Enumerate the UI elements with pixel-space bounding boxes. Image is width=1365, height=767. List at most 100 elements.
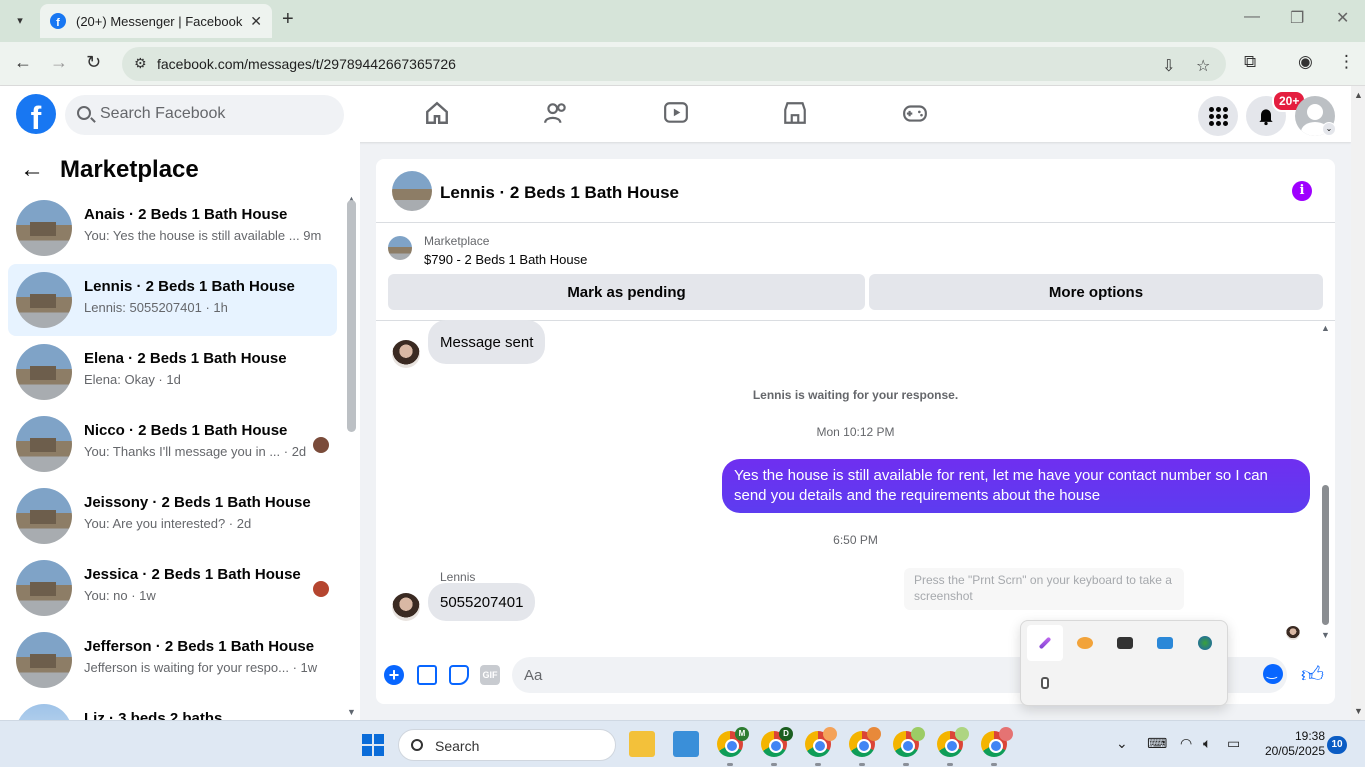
seen-avatar [313,437,329,453]
chrome-profile-icon[interactable] [849,727,881,757]
close-tab-icon[interactable]: ✕ [250,13,262,30]
clock-time: 19:38 [1294,729,1325,743]
windows-start-icon[interactable] [362,734,384,756]
notification-count-badge[interactable]: 10 [1327,736,1347,754]
tab-search-icon[interactable]: ▾ [8,8,32,32]
sticker-icon[interactable] [449,665,469,685]
pen-tray-icon[interactable] [1027,625,1063,661]
search-icon [77,106,91,120]
mark-as-pending-button[interactable]: Mark as pending [388,274,865,310]
running-indicator [771,763,777,766]
keyboard-icon[interactable]: ⌨ [1147,735,1167,752]
page-scrollbar[interactable]: ▲ ▼ [1351,86,1365,720]
listing-thumbnail [16,272,72,328]
gaming-icon[interactable] [902,100,928,126]
conversation-item[interactable]: Jefferson · 2 Beds 1 Bath House Jefferso… [8,624,337,696]
chrome-profile-icon[interactable] [805,727,837,757]
forward-icon[interactable]: → [50,52,68,73]
app-icon[interactable] [673,731,699,757]
chat-scrollbar[interactable] [1322,485,1329,625]
profile-icon[interactable]: ◉ [1298,52,1313,72]
info-icon[interactable]: i [1292,181,1312,201]
facebook-search[interactable] [65,95,344,135]
chrome-profile-icon[interactable] [981,727,1013,757]
scroll-down-arrow-icon[interactable]: ▼ [347,707,356,717]
scroll-down-arrow-icon[interactable]: ▼ [1354,706,1363,716]
taskbar-search-label: Search [435,738,480,754]
usb-tray-icon[interactable] [1027,665,1063,701]
sender-name: Lennis [440,570,476,584]
chrome-profile-m-icon[interactable]: M [717,727,749,757]
listing-thumbnail [16,704,72,720]
conversation-list-scrollbar[interactable] [347,200,356,432]
reload-icon[interactable]: ↻ [86,52,101,73]
conversation-item[interactable]: Liz · 3 beds 2 baths [8,696,337,720]
back-arrow-icon[interactable]: ← [20,156,44,184]
contact-avatar[interactable] [392,340,420,368]
show-hidden-icons-chevron-icon[interactable]: ⌄ [1116,735,1128,752]
close-window-icon[interactable]: ✕ [1336,8,1349,28]
conversation-item[interactable]: Nicco · 2 Beds 1 Bath House You: Thanks … [8,408,337,480]
minimize-icon[interactable]: — [1244,8,1260,26]
facebook-logo-icon[interactable]: f [16,94,56,134]
conversation-item[interactable]: Jeissony · 2 Beds 1 Bath House You: Are … [8,480,337,552]
install-app-icon[interactable]: ⇩ [1162,56,1175,76]
conversation-item-active[interactable]: Lennis · 2 Beds 1 Bath House Lennis: 505… [8,264,337,336]
contact-avatar[interactable] [392,593,420,621]
conversation-snippet: You: Yes the house is still available ..… [84,228,322,243]
windows-taskbar: Search M D ⌄ ⌨ ◠ 🔈︎ ▭ 19:38 20/05/2025 1… [0,720,1365,767]
file-explorer-icon[interactable] [629,731,655,757]
extensions-icon[interactable]: ⧉ [1244,52,1256,72]
bookmark-star-icon[interactable]: ☆ [1196,56,1210,76]
thumbs-up-icon[interactable]: 👍︎ [1301,661,1324,688]
wifi-icon[interactable]: ◠ [1180,735,1192,752]
chrome-profile-icon[interactable] [937,727,969,757]
taskbar-clock[interactable]: 19:38 20/05/2025 [1257,729,1325,759]
video-icon[interactable] [663,100,689,126]
friends-icon[interactable] [543,100,569,126]
listing-thumbnail [16,488,72,544]
display-tray-icon[interactable] [1107,625,1143,661]
attach-image-icon[interactable] [417,665,437,685]
facebook-search-input[interactable] [100,105,330,123]
chat-title[interactable]: Lennis · 2 Beds 1 Bath House [440,183,679,203]
plus-icon[interactable]: + [384,665,404,685]
scroll-up-arrow-icon[interactable]: ▲ [1354,90,1363,100]
restore-icon[interactable]: ❐ [1290,8,1304,28]
chevron-down-icon[interactable]: ⌄ [1322,122,1336,136]
emoji-icon[interactable] [1263,664,1283,684]
back-icon[interactable]: ← [14,52,32,73]
battery-icon[interactable]: ▭ [1227,735,1240,752]
seen-avatar [313,581,329,597]
scroll-up-arrow-icon[interactable]: ▲ [1321,323,1330,333]
home-icon[interactable] [424,100,450,126]
browser-tab[interactable]: f (20+) Messenger | Facebook ✕ [40,4,272,38]
globe-tray-icon[interactable] [1187,625,1223,661]
conversation-item[interactable]: Jessica · 2 Beds 1 Bath House You: no · … [8,552,337,624]
omnibox[interactable]: ⚙ facebook.com/messages/t/29789442667365… [122,47,1226,81]
scroll-down-arrow-icon[interactable]: ▼ [1321,630,1330,640]
listing-mini-thumbnail[interactable] [388,236,412,260]
site-info-icon[interactable]: ⚙ [134,55,147,72]
network-app-tray-icon[interactable] [1147,625,1183,661]
conversation-snippet: Jefferson is waiting for your respo... ·… [84,660,318,675]
conversation-item[interactable]: Anais · 2 Beds 1 Bath House You: Yes the… [8,192,337,264]
marketplace-icon[interactable] [782,100,808,126]
message-bubble-incoming: Message sent [428,320,546,364]
volume-icon[interactable]: 🔈︎ [1203,735,1211,752]
taskbar-search[interactable]: Search [398,729,616,761]
chrome-profile-d-icon[interactable]: D [761,727,793,757]
conversation-item[interactable]: Elena · 2 Beds 1 Bath House Elena: Okay … [8,336,337,408]
listing-price-title[interactable]: $790 - 2 Beds 1 Bath House [424,252,587,267]
listing-thumbnail [16,200,72,256]
chat-listing-thumbnail[interactable] [392,171,432,211]
app-tray-icon[interactable] [1067,625,1103,661]
running-indicator [991,763,997,766]
gif-icon[interactable]: GIF [480,665,500,685]
menu-grid-icon[interactable] [1198,96,1238,136]
new-tab-icon[interactable]: + [282,8,294,31]
chrome-profile-icon[interactable] [893,727,925,757]
url-text[interactable]: facebook.com/messages/t/2978944266736572… [157,56,456,72]
more-options-button[interactable]: More options [869,274,1323,310]
browser-menu-icon[interactable]: ⋮ [1338,52,1355,72]
